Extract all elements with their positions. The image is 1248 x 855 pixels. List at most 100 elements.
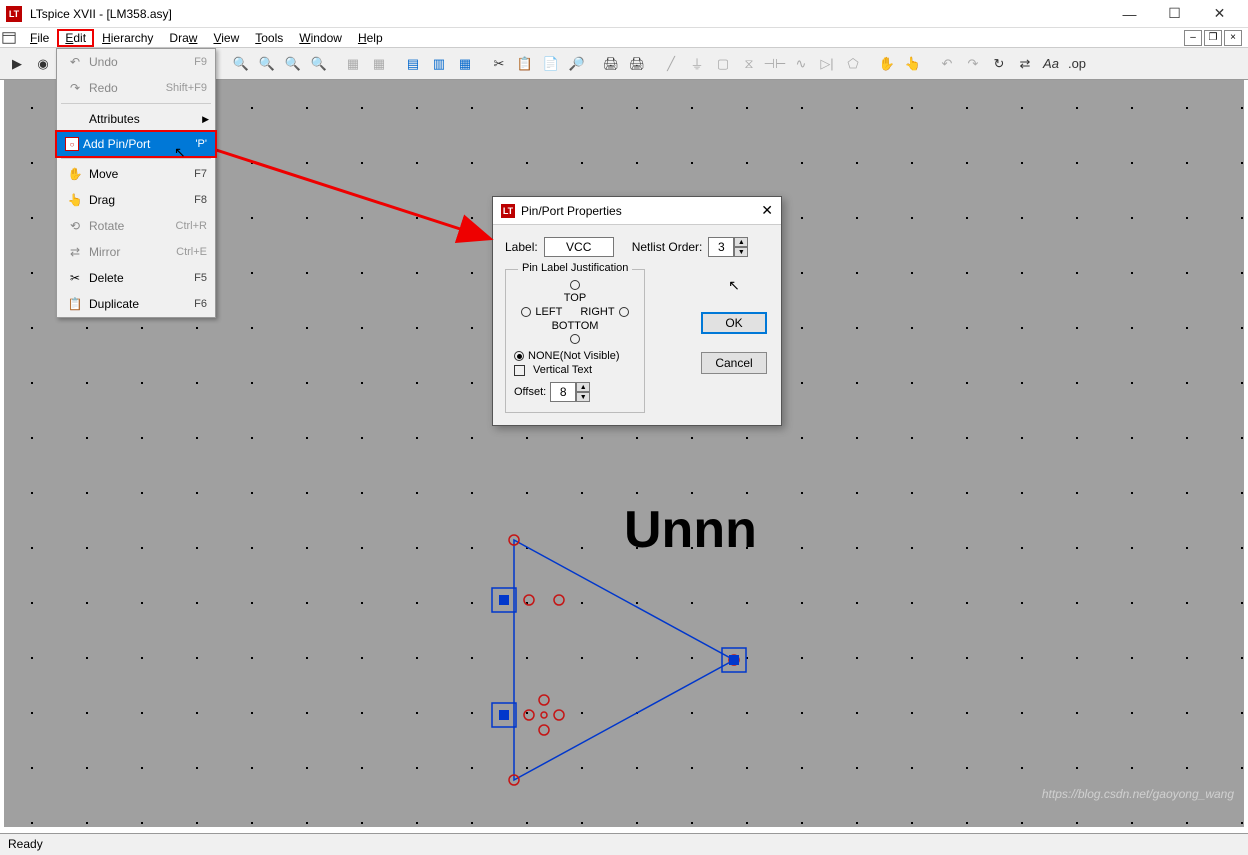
minimize-button[interactable]: —: [1107, 0, 1152, 28]
dialog-titlebar[interactable]: LT Pin/Port Properties ✕: [493, 197, 781, 225]
menu-view[interactable]: View: [205, 29, 247, 47]
zoom-out-icon[interactable]: 🔍: [256, 53, 278, 75]
print-icon[interactable]: 🖨: [600, 53, 622, 75]
cut-icon[interactable]: ✂: [488, 53, 510, 75]
netlist-order-label: Netlist Order:: [632, 240, 703, 254]
spinner-down[interactable]: ▼: [576, 392, 590, 402]
app-icon: LT: [6, 6, 22, 22]
menu-edit[interactable]: Edit: [57, 29, 94, 47]
run-icon[interactable]: ▶: [6, 53, 28, 75]
spinner-down[interactable]: ▼: [734, 247, 748, 257]
menu-attributes[interactable]: Attributes ▶: [57, 106, 215, 132]
redo-icon[interactable]: ↷: [962, 53, 984, 75]
menu-mirror[interactable]: ⇄ Mirror Ctrl+E: [57, 239, 215, 265]
menu-draw[interactable]: Draw: [161, 29, 205, 47]
netlist-order-input[interactable]: [708, 237, 734, 257]
vertical-text-checkbox[interactable]: [514, 365, 525, 376]
pin-port-dialog: LT Pin/Port Properties ✕ Label: Netlist …: [492, 196, 782, 426]
mirror-icon[interactable]: ⇄: [1014, 53, 1036, 75]
mdi-restore[interactable]: ❐: [1204, 30, 1222, 46]
window-icon[interactable]: ▤: [402, 53, 424, 75]
wire-icon[interactable]: ╱: [660, 53, 682, 75]
statusbar: Ready: [0, 833, 1248, 855]
offset-input[interactable]: [550, 382, 576, 402]
cancel-button[interactable]: Cancel: [701, 352, 767, 374]
mdi-minimize[interactable]: –: [1184, 30, 1202, 46]
separator: [61, 103, 211, 104]
pin-icon: ○: [65, 137, 79, 151]
inductor-icon[interactable]: ∿: [790, 53, 812, 75]
menu-tools[interactable]: Tools: [247, 29, 291, 47]
find-icon[interactable]: 🔎: [566, 53, 588, 75]
zoom-region-icon[interactable]: 🔍: [308, 53, 330, 75]
undo-icon[interactable]: ↶: [936, 53, 958, 75]
print-setup-icon[interactable]: 🖨: [626, 53, 648, 75]
radio-none[interactable]: [514, 351, 524, 361]
rotate-icon[interactable]: ↻: [988, 53, 1010, 75]
radio-right[interactable]: [619, 307, 629, 317]
menubar: File Edit Hierarchy Draw View Tools Wind…: [0, 28, 1248, 48]
duplicate-icon: 📋: [65, 297, 85, 311]
mdi-controls: – ❐ ×: [1184, 30, 1246, 46]
netlabel-icon[interactable]: ▢: [712, 53, 734, 75]
redo-icon: ↷: [65, 81, 85, 95]
justification-group: Pin Label Justification TOP LEFT RIGHT B…: [505, 269, 645, 413]
bottom-label: BOTTOM: [514, 320, 636, 332]
menu-redo[interactable]: ↷ Redo Shift+F9: [57, 75, 215, 101]
spinner-up[interactable]: ▲: [734, 237, 748, 247]
delete-icon: ✂: [65, 271, 85, 285]
menu-drag[interactable]: 👆 Drag F8: [57, 187, 215, 213]
ok-button[interactable]: OK: [701, 312, 767, 334]
drag-icon: 👆: [65, 193, 85, 207]
move-icon: ✋: [65, 167, 85, 181]
menu-add-pin-port[interactable]: ○ Add Pin/Port 'P': [55, 130, 217, 158]
spice-directive-icon[interactable]: .op: [1066, 53, 1088, 75]
tool-icon[interactable]: ▦: [342, 53, 364, 75]
watermark: https://blog.csdn.net/gaoyong_wang: [1042, 787, 1234, 801]
spinner-up[interactable]: ▲: [576, 382, 590, 392]
status-text: Ready: [8, 837, 43, 851]
window-controls: — ☐ ✕: [1107, 0, 1242, 28]
move-icon[interactable]: ✋: [876, 53, 898, 75]
mdi-close[interactable]: ×: [1224, 30, 1242, 46]
stop-icon[interactable]: ◉: [32, 53, 54, 75]
label-input[interactable]: [544, 237, 614, 257]
capacitor-icon[interactable]: ⊣⊢: [764, 53, 786, 75]
zoom-in-icon[interactable]: 🔍: [230, 53, 252, 75]
menu-duplicate[interactable]: 📋 Duplicate F6: [57, 291, 215, 317]
undo-icon: ↶: [65, 55, 85, 69]
zoom-fit-icon[interactable]: 🔍: [282, 53, 304, 75]
component-icon[interactable]: ⬠: [842, 53, 864, 75]
text-icon[interactable]: Aa: [1040, 53, 1062, 75]
menu-rotate[interactable]: ⟲ Rotate Ctrl+R: [57, 213, 215, 239]
tool-icon[interactable]: ▦: [368, 53, 390, 75]
copy-icon[interactable]: 📋: [514, 53, 536, 75]
menu-file[interactable]: File: [22, 29, 57, 47]
netlist-order-spinner[interactable]: ▲▼: [708, 237, 748, 257]
menu-delete[interactable]: ✂ Delete F5: [57, 265, 215, 291]
maximize-button[interactable]: ☐: [1152, 0, 1197, 28]
drag-icon[interactable]: 👆: [902, 53, 924, 75]
cursor-icon: ↖: [174, 144, 186, 161]
menu-move[interactable]: ✋ Move F7: [57, 161, 215, 187]
offset-spinner[interactable]: ▲▼: [550, 382, 590, 402]
diode-icon[interactable]: ▷|: [816, 53, 838, 75]
menu-help[interactable]: Help: [350, 29, 391, 47]
label-label: Label:: [505, 240, 538, 254]
ground-icon[interactable]: ⏚: [686, 53, 708, 75]
group-legend: Pin Label Justification: [518, 262, 632, 274]
window-title: LTspice XVII - [LM358.asy]: [30, 7, 172, 21]
menu-undo[interactable]: ↶ Undo F9: [57, 49, 215, 75]
window-icon[interactable]: ▥: [428, 53, 450, 75]
paste-icon[interactable]: 📄: [540, 53, 562, 75]
menu-window[interactable]: Window: [291, 29, 350, 47]
resistor-icon[interactable]: ⧖: [738, 53, 760, 75]
radio-left[interactable]: [521, 307, 531, 317]
close-button[interactable]: ✕: [1197, 0, 1242, 28]
radio-bottom[interactable]: [570, 334, 580, 344]
dialog-close-button[interactable]: ✕: [761, 202, 773, 219]
menu-hierarchy[interactable]: Hierarchy: [94, 29, 161, 47]
mirror-icon: ⇄: [65, 245, 85, 259]
window-icon[interactable]: ▦: [454, 53, 476, 75]
radio-top[interactable]: [570, 280, 580, 290]
